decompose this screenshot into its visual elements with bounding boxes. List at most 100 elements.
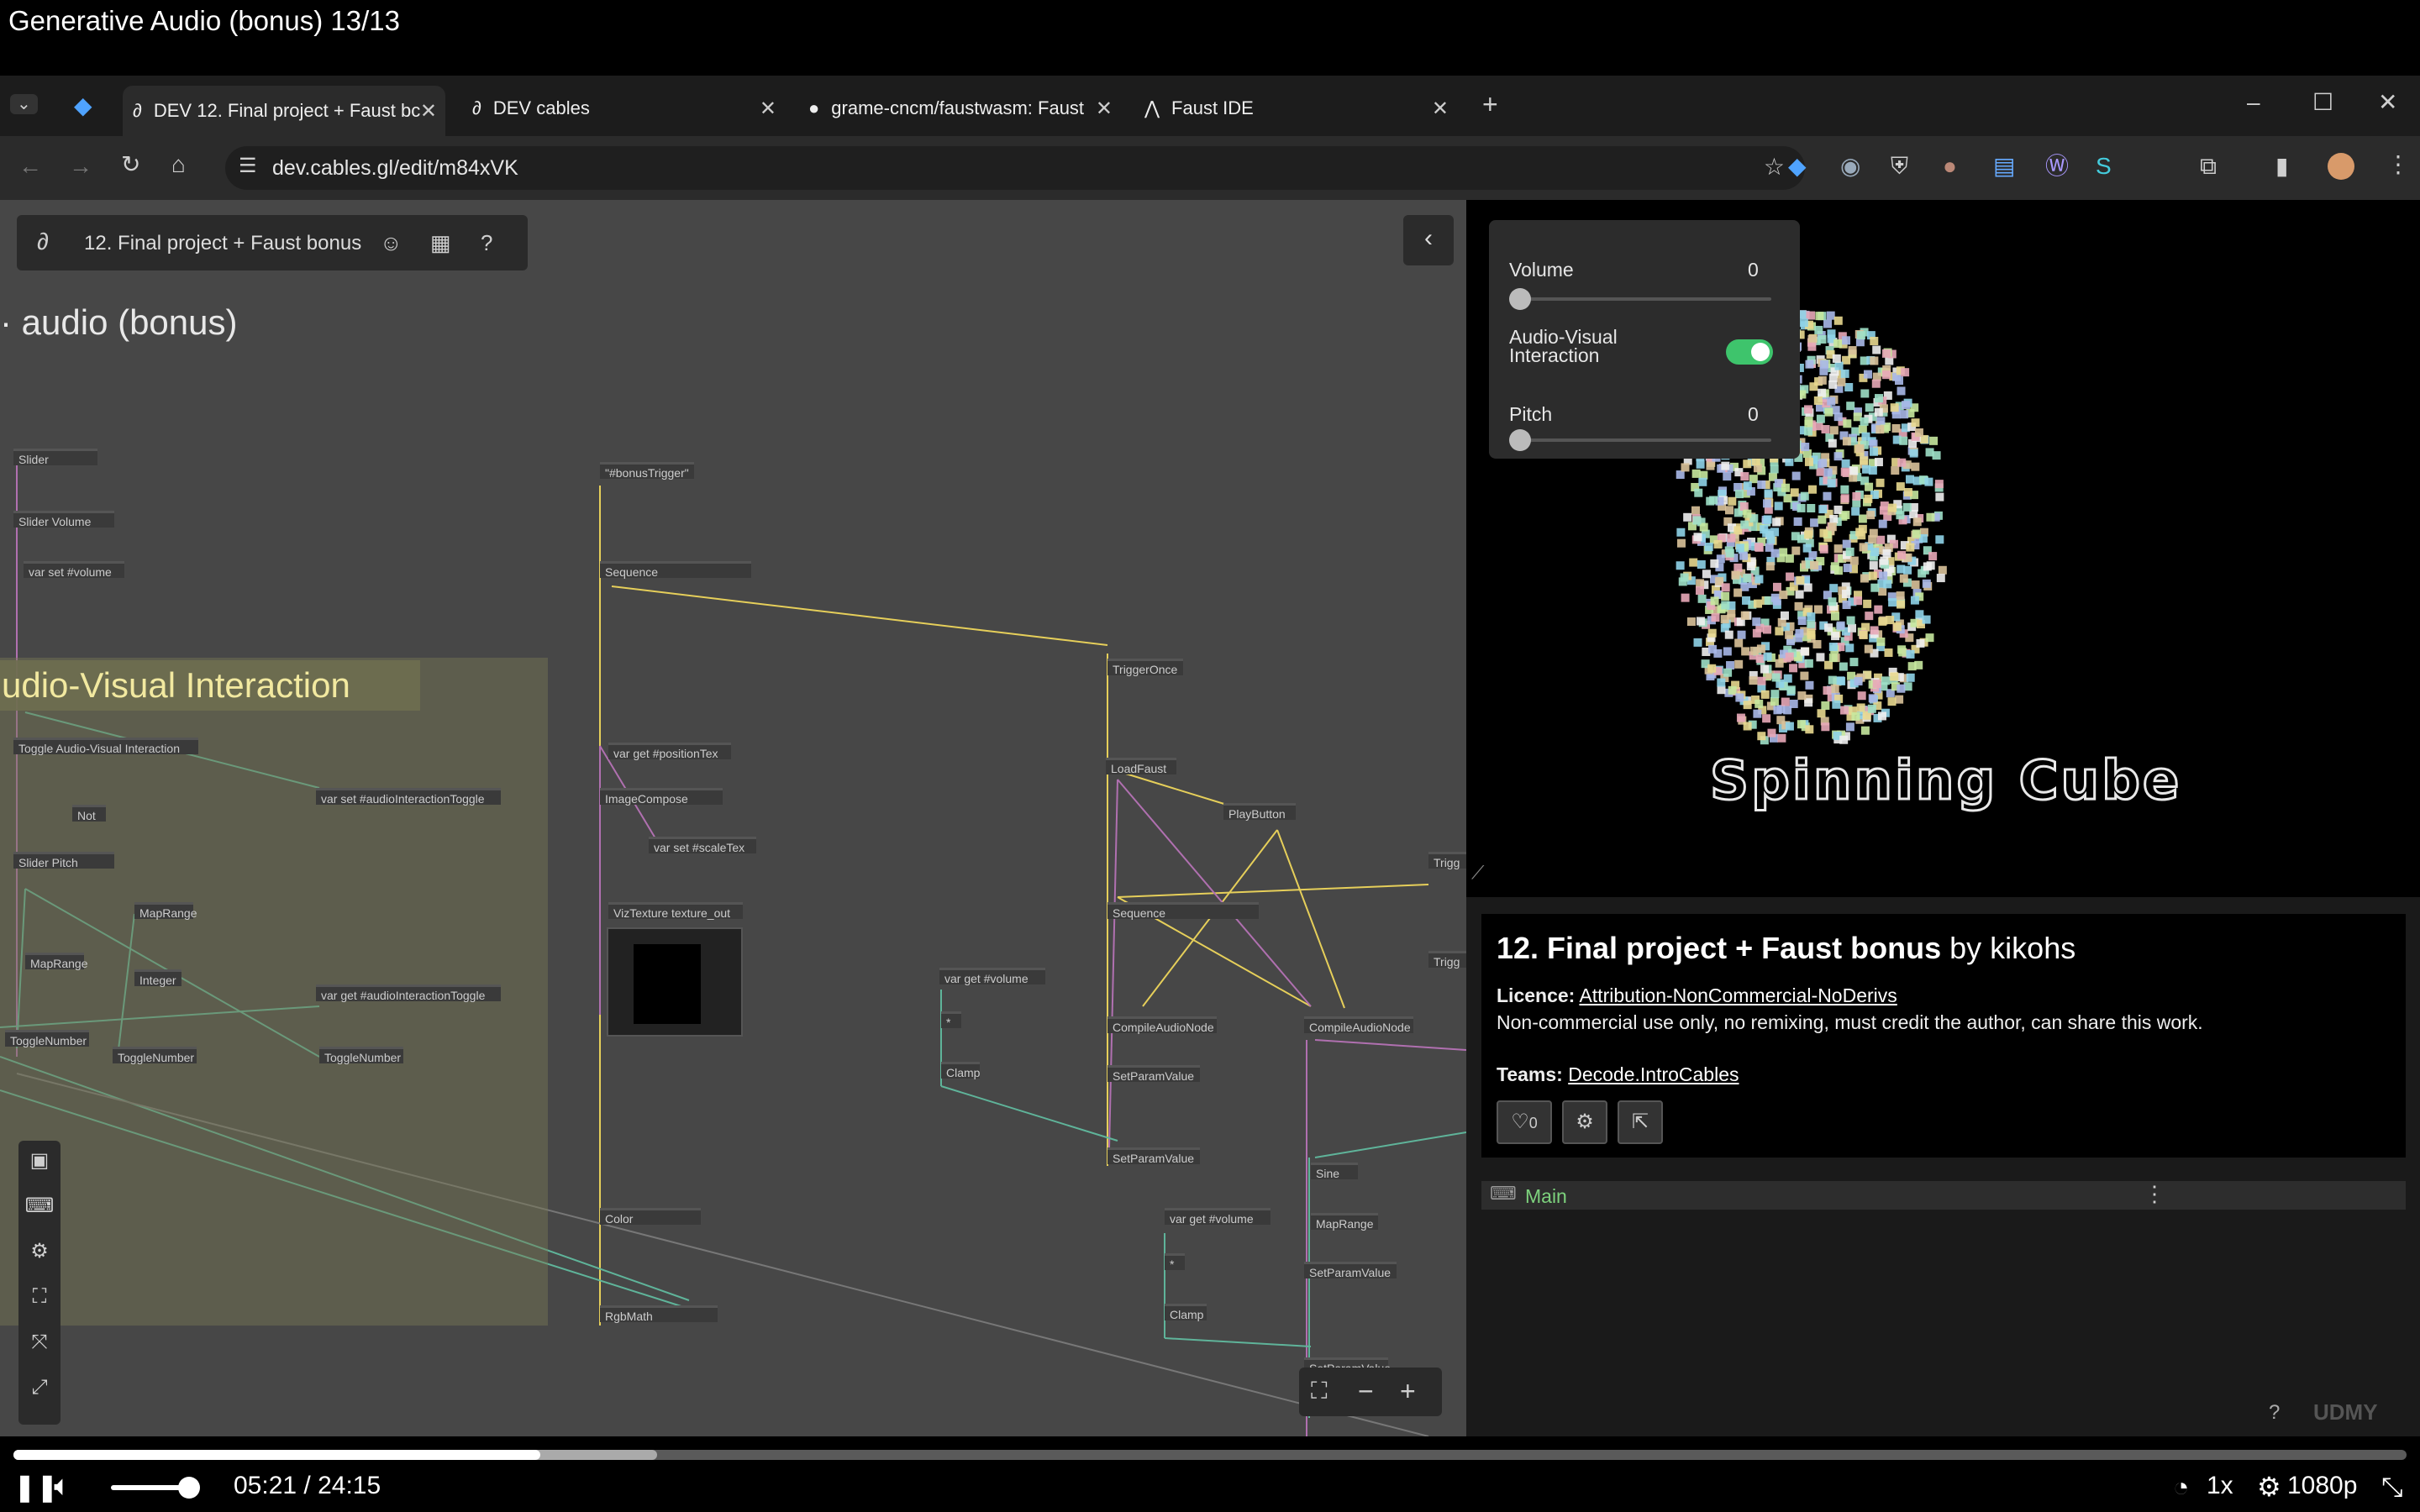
op-node[interactable]: SetParamValue	[1107, 1065, 1200, 1083]
pitch-slider-track[interactable]	[1519, 438, 1771, 442]
op-node[interactable]: Sequence	[1107, 902, 1259, 920]
op-node[interactable]: CompileAudioNode	[1107, 1016, 1217, 1034]
playback-speed[interactable]: 1x	[2207, 1472, 2233, 1500]
op-node[interactable]: var get #volume	[1165, 1208, 1270, 1226]
close-tab-icon[interactable]: ✕	[760, 97, 776, 121]
op-node[interactable]: var set #audioInteractionToggle	[316, 788, 501, 806]
op-node[interactable]: Slider Volume	[13, 511, 114, 528]
settings-button[interactable]: ⚙	[1562, 1100, 1607, 1144]
close-tab-icon[interactable]: ✕	[1096, 97, 1113, 121]
op-node[interactable]: *	[941, 1011, 961, 1029]
minimize-icon[interactable]: –	[2247, 91, 2260, 114]
op-node[interactable]: Slider	[13, 449, 97, 466]
op-node[interactable]: SetParamValue	[1107, 1147, 1200, 1165]
op-node[interactable]: Sine	[1311, 1163, 1358, 1180]
op-node[interactable]: ToggleNumber	[5, 1030, 89, 1047]
close-tab-icon[interactable]: ✕	[1432, 97, 1449, 121]
tab-faust-ide[interactable]: ⋀ Faust IDE ✕	[1134, 87, 1457, 129]
zoom-fit-icon[interactable]: ⛶	[1311, 1379, 1328, 1403]
video-quality[interactable]: 1080p	[2287, 1472, 2357, 1500]
extensions-icon[interactable]: ⧉	[2200, 155, 2217, 178]
save-icon[interactable]: ▣	[18, 1144, 60, 1178]
op-node[interactable]: RgbMath	[600, 1305, 718, 1323]
op-node[interactable]: ImageCompose	[600, 788, 723, 806]
new-tab-icon[interactable]: +	[1482, 91, 1498, 118]
op-node[interactable]: PlayButton	[1223, 803, 1296, 821]
pause-icon[interactable]: ❚❚	[13, 1473, 59, 1500]
volume-slider-knob[interactable]	[1509, 288, 1531, 310]
translate-icon[interactable]: S	[2096, 155, 2112, 178]
project-name[interactable]: 12. Final project + Faust bonus	[84, 232, 361, 255]
focus-icon[interactable]: ⛶	[18, 1280, 60, 1314]
licence-link[interactable]: Attribution-NonCommercial-NoDerivs	[1579, 984, 1897, 1006]
password-icon[interactable]: ◉	[1840, 155, 1860, 178]
op-node[interactable]: MapRange	[134, 902, 197, 920]
open-external-button[interactable]: ⇱	[1618, 1100, 1663, 1144]
zoom-in-icon[interactable]: +	[1400, 1378, 1416, 1404]
op-node[interactable]: Not	[72, 805, 106, 822]
main-subpatch-bar[interactable]: ⌨ Main ⋮	[1481, 1181, 2406, 1210]
zoom-out-icon[interactable]: −	[1358, 1378, 1374, 1404]
op-node[interactable]: LoadFaust	[1106, 758, 1176, 775]
close-tab-icon[interactable]: ✕	[420, 99, 437, 123]
team-link[interactable]: Decode.IntroCables	[1568, 1063, 1739, 1085]
op-node[interactable]: "#bonusTrigger"	[600, 462, 694, 480]
op-node[interactable]: Clamp	[1165, 1304, 1207, 1321]
docs-icon[interactable]: ▤	[1993, 155, 2015, 178]
patch-editor[interactable]: udio-Visual Interaction Slider Slider Vo…	[0, 200, 1466, 1436]
op-node[interactable]: Toggle Audio-Visual Interaction	[13, 738, 198, 755]
tab-final-project[interactable]: ∂ DEV 12. Final project + Faust bc ✕	[123, 86, 445, 136]
settings-gear-icon[interactable]: ⚙	[18, 1235, 60, 1268]
close-window-icon[interactable]: ✕	[2378, 91, 2397, 114]
layout-icon[interactable]: ▦	[430, 232, 451, 254]
op-node[interactable]: TriggerOnce	[1107, 659, 1183, 676]
op-node[interactable]: VizTexture texture_out	[608, 902, 743, 920]
shield-icon[interactable]: ⛨	[1891, 155, 1908, 178]
tab-faustwasm[interactable]: ● grame-cncm/faustwasm: Faust ✕	[798, 87, 1121, 129]
tab-search-chevron-icon[interactable]: ⌄	[10, 94, 38, 114]
resize-handle-icon[interactable]: ⟋	[1471, 864, 1484, 882]
audio-visual-toggle[interactable]	[1726, 339, 1773, 365]
fit-icon[interactable]: ⤧	[18, 1326, 60, 1359]
fullscreen-icon[interactable]: ⤢	[18, 1371, 60, 1404]
op-node[interactable]: MapRange	[1311, 1213, 1378, 1231]
op-node[interactable]: Trigg	[1428, 852, 1466, 869]
browser-menu-icon[interactable]: ⋮	[2386, 153, 2410, 176]
volume-icon[interactable]: 🔈︎	[54, 1472, 71, 1500]
user-icon[interactable]: ☺	[380, 232, 402, 254]
op-node[interactable]: var set #scaleTex	[649, 837, 756, 854]
help-icon[interactable]: ?	[481, 232, 492, 254]
settings-gear-icon[interactable]: ⚙	[2257, 1473, 2281, 1500]
op-node[interactable]: CompileAudioNode	[1304, 1016, 1413, 1034]
gem-extension-icon[interactable]: ◆	[74, 94, 92, 118]
render-canvas[interactable]: Spinning Cube ⟋ Volume 0 Audio-Visual In…	[1466, 200, 2420, 897]
video-progress-bar[interactable]	[13, 1450, 2407, 1460]
op-node[interactable]: var get #volume	[939, 968, 1045, 985]
op-node[interactable]: ToggleNumber	[319, 1047, 403, 1064]
op-node[interactable]: Trigg	[1428, 951, 1466, 969]
op-node[interactable]: Integer	[134, 969, 182, 987]
wordtune-icon[interactable]: Ⓦ	[2045, 155, 2069, 178]
op-node[interactable]: var get #audioInteractionToggle	[316, 984, 501, 1002]
op-node[interactable]: Sequence	[600, 561, 751, 579]
op-node[interactable]: Slider Pitch	[13, 852, 114, 869]
author-link[interactable]: kikohs	[1990, 931, 2075, 965]
collapse-panel-chevron-icon[interactable]: ‹	[1403, 215, 1454, 265]
forward-icon[interactable]: →	[69, 155, 92, 178]
profile-avatar[interactable]	[2328, 153, 2354, 180]
op-node[interactable]: var get #positionTex	[608, 743, 731, 760]
exit-fullscreen-icon[interactable]: ⤡	[2381, 1473, 2403, 1500]
maximize-icon[interactable]: ☐	[2312, 91, 2333, 114]
pitch-slider-knob[interactable]	[1509, 429, 1531, 451]
cookie-icon[interactable]: ●	[1943, 155, 1957, 178]
keyboard-icon[interactable]: ⌨	[18, 1189, 60, 1223]
speed-icon[interactable]: ◔	[2173, 1473, 2189, 1500]
op-node[interactable]: SetParamValue	[1304, 1262, 1397, 1279]
op-node[interactable]: var set #volume	[24, 561, 124, 579]
cables-logo-icon[interactable]: ∂	[37, 230, 49, 254]
op-node[interactable]: Clamp	[941, 1062, 980, 1079]
help-icon[interactable]: ?	[2269, 1403, 2280, 1423]
more-options-icon[interactable]: ⋮	[2144, 1183, 2165, 1205]
op-node[interactable]: *	[1165, 1253, 1185, 1271]
gem-icon[interactable]: ◆	[1788, 155, 1807, 178]
